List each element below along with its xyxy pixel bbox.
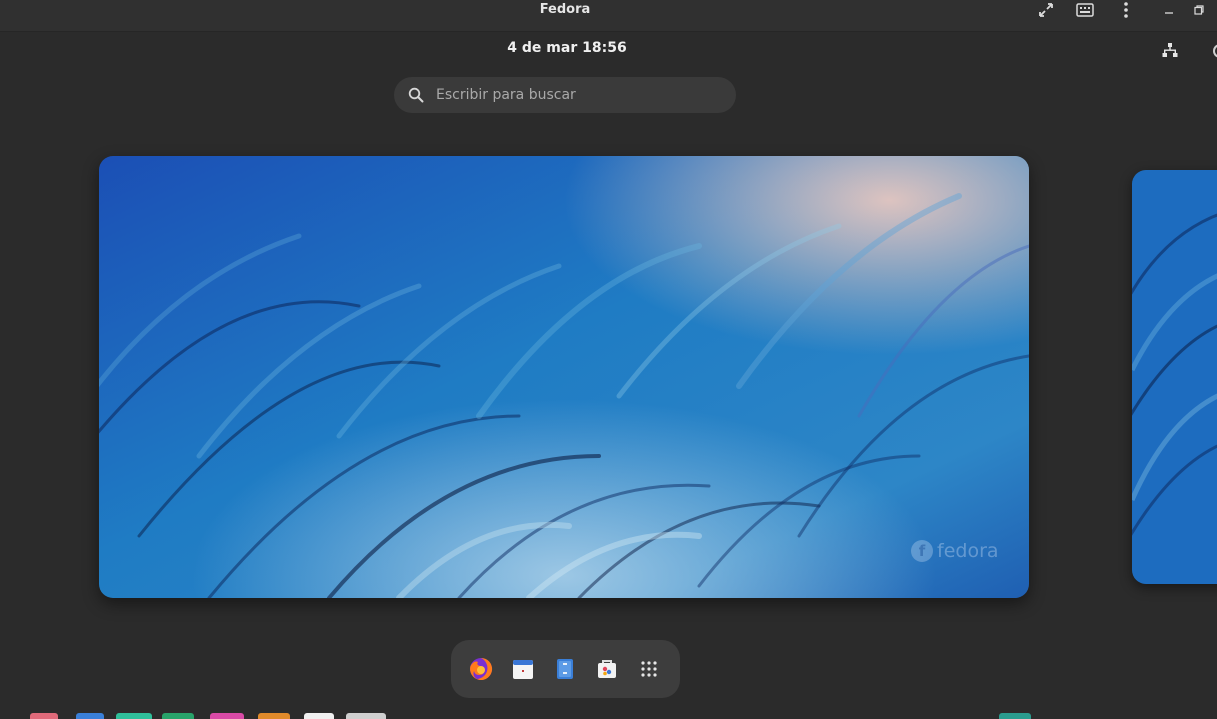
search-icon <box>408 87 424 103</box>
fullscreen-button[interactable] <box>1036 0 1056 20</box>
restore-button[interactable] <box>1190 0 1208 20</box>
fedora-watermark: f fedora <box>911 540 999 562</box>
keyboard-button[interactable] <box>1075 0 1095 20</box>
app-grid-peek <box>0 713 1217 719</box>
peek-app-icon[interactable] <box>304 713 334 719</box>
peek-app-icon[interactable] <box>76 713 104 719</box>
files-icon <box>557 659 573 679</box>
app-grid-icon <box>641 661 657 677</box>
dash-app-files[interactable] <box>550 654 580 684</box>
fedora-logo-icon: f <box>911 540 933 562</box>
activities-overview: 4 de mar 18:56 Escribir para buscar f fe… <box>0 32 1217 719</box>
peek-app-icon[interactable] <box>162 713 194 719</box>
system-menu-edge[interactable] <box>1213 44 1217 58</box>
dash-app-software[interactable] <box>592 654 622 684</box>
peek-app-icon[interactable] <box>346 713 386 719</box>
more-options-button[interactable] <box>1116 0 1136 20</box>
minimize-icon <box>1165 12 1173 14</box>
calendar-icon <box>513 660 533 679</box>
wallpaper-image <box>99 156 1029 598</box>
dash <box>451 640 680 698</box>
search-input[interactable] <box>436 77 716 113</box>
clock[interactable]: 4 de mar 18:56 <box>0 40 1134 56</box>
window-titlebar: Fedora <box>0 0 1217 32</box>
workspace-thumbnail-next[interactable] <box>1132 170 1217 584</box>
peek-app-icon[interactable] <box>210 713 244 719</box>
workspace-thumbnail-current[interactable]: f fedora <box>99 156 1029 598</box>
show-apps-button[interactable] <box>634 654 664 684</box>
window-title: Fedora <box>539 2 591 17</box>
search-bar[interactable] <box>394 77 736 113</box>
peek-app-icon[interactable] <box>999 713 1031 719</box>
more-vert-icon <box>1124 2 1128 18</box>
wallpaper-image-next <box>1132 170 1217 584</box>
keyboard-icon <box>1076 3 1094 17</box>
peek-app-icon[interactable] <box>30 713 58 719</box>
minimize-button[interactable] <box>1160 0 1178 20</box>
fedora-watermark-text: fedora <box>937 540 999 562</box>
network-wired-icon[interactable] <box>1162 42 1178 58</box>
dash-app-firefox[interactable] <box>466 654 496 684</box>
restore-icon <box>1194 5 1204 15</box>
peek-app-icon[interactable] <box>258 713 290 719</box>
fullscreen-icon <box>1039 3 1053 17</box>
software-icon <box>598 660 616 678</box>
dash-app-calendar[interactable] <box>508 654 538 684</box>
peek-app-icon[interactable] <box>116 713 152 719</box>
firefox-icon <box>470 657 493 680</box>
